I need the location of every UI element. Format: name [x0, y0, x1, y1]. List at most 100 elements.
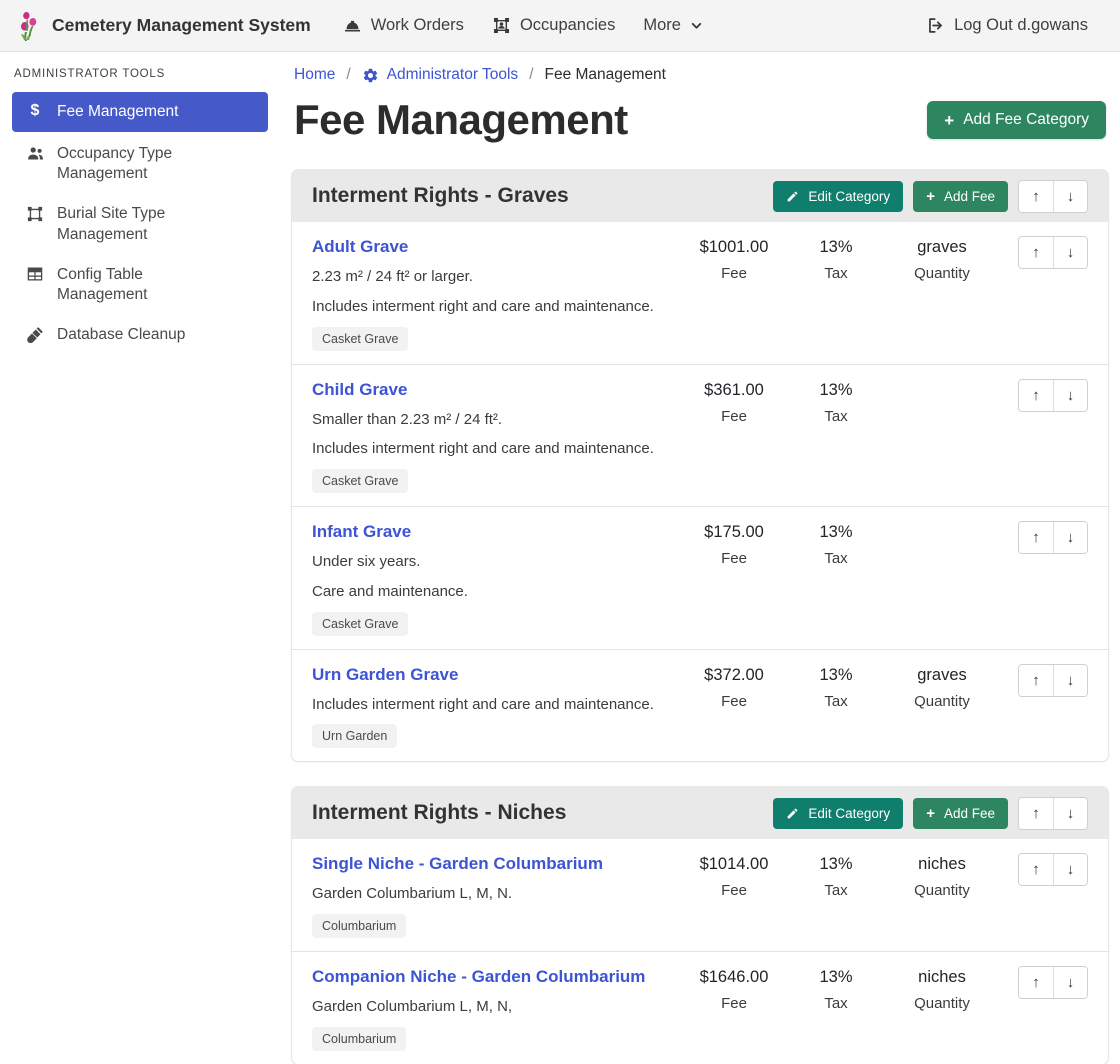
- chevron-down-icon: [690, 19, 703, 32]
- move-fee-down-button[interactable]: ↓: [1053, 854, 1087, 885]
- pencil-icon: [786, 190, 799, 203]
- fee-amount-label: Fee: [678, 265, 790, 282]
- fee-name-link[interactable]: Child Grave: [312, 380, 407, 400]
- fee-amount-label: Fee: [678, 408, 790, 425]
- edit-category-button[interactable]: Edit Category: [773, 798, 903, 829]
- fee-description: Under six years.: [312, 551, 670, 573]
- move-fee-down-button[interactable]: ↓: [1053, 522, 1087, 553]
- fee-descriptions: 2.23 m² / 24 ft² or larger.Includes inte…: [312, 266, 670, 318]
- fee-details: Urn Garden Grave Includes interment righ…: [312, 663, 678, 749]
- fee-row: Adult Grave 2.23 m² / 24 ft² or larger.I…: [292, 222, 1108, 364]
- move-fee-down-button[interactable]: ↓: [1053, 380, 1087, 411]
- fee-name-link[interactable]: Urn Garden Grave: [312, 665, 458, 685]
- fee-amount-label: Fee: [678, 882, 790, 899]
- add-fee-button[interactable]: + Add Fee: [913, 798, 1008, 829]
- quantity-column: [882, 520, 1002, 531]
- sidebar-item-database-cleanup[interactable]: Database Cleanup: [12, 317, 268, 353]
- nav-item-work-orders[interactable]: Work Orders: [329, 8, 478, 43]
- fee-descriptions: Includes interment right and care and ma…: [312, 694, 670, 716]
- add-fee-category-label: Add Fee Category: [963, 111, 1089, 129]
- vector-square-icon: [24, 204, 46, 223]
- move-category-down-button[interactable]: ↓: [1053, 181, 1087, 212]
- tax-label: Tax: [790, 995, 882, 1012]
- fee-reorder-controls: ↑ ↓: [1018, 966, 1088, 999]
- fee-details: Single Niche - Garden Columbarium Garden…: [312, 852, 678, 938]
- fee-category-card: Interment Rights - Graves Edit Category …: [292, 170, 1108, 761]
- tax-column: 13% Tax: [790, 852, 882, 899]
- category-actions: Edit Category + Add Fee ↑ ↓: [773, 180, 1088, 213]
- move-fee-up-button[interactable]: ↑: [1019, 237, 1053, 268]
- move-category-up-button[interactable]: ↑: [1019, 798, 1053, 829]
- category-title: Interment Rights - Niches: [312, 801, 773, 825]
- main-content: Home / Administrator Tools / Fee Managem…: [280, 52, 1120, 1064]
- arrow-down-icon: ↓: [1067, 672, 1075, 689]
- move-fee-down-button[interactable]: ↓: [1053, 967, 1087, 998]
- move-category-up-button[interactable]: ↑: [1019, 181, 1053, 212]
- sidebar-item-occupancy-type-management[interactable]: Occupancy Type Management: [12, 136, 268, 192]
- fee-name-link[interactable]: Single Niche - Garden Columbarium: [312, 854, 603, 874]
- sidebar-item-config-table-management[interactable]: Config Table Management: [12, 257, 268, 313]
- hard-hat-icon: [343, 16, 362, 35]
- tax-column: 13% Tax: [790, 965, 882, 1012]
- nav-item-occupancies[interactable]: Occupancies: [478, 8, 629, 43]
- move-fee-up-button[interactable]: ↑: [1019, 967, 1053, 998]
- fee-description: Care and maintenance.: [312, 581, 670, 603]
- move-category-down-button[interactable]: ↓: [1053, 798, 1087, 829]
- move-fee-down-button[interactable]: ↓: [1053, 237, 1087, 268]
- move-fee-up-button[interactable]: ↑: [1019, 380, 1053, 411]
- fee-description: 2.23 m² / 24 ft² or larger.: [312, 266, 670, 288]
- breadcrumb-label: Administrator Tools: [387, 66, 519, 84]
- plus-icon: +: [926, 806, 935, 821]
- move-fee-up-button[interactable]: ↑: [1019, 522, 1053, 553]
- quantity-label: Quantity: [882, 995, 1002, 1012]
- app-brand[interactable]: Cemetery Management System: [18, 10, 311, 42]
- move-fee-up-button[interactable]: ↑: [1019, 665, 1053, 696]
- tax-column: 13% Tax: [790, 663, 882, 710]
- fee-details: Child Grave Smaller than 2.23 m² / 24 ft…: [312, 378, 678, 494]
- add-fee-button[interactable]: + Add Fee: [913, 181, 1008, 212]
- quantity-column: niches Quantity: [882, 852, 1002, 899]
- fee-name-link[interactable]: Infant Grave: [312, 522, 411, 542]
- tax-label: Tax: [790, 265, 882, 282]
- tax-value: 13%: [790, 666, 882, 685]
- fee-description: Garden Columbarium L, M, N.: [312, 883, 670, 905]
- arrow-up-icon: ↑: [1032, 805, 1040, 822]
- arrow-up-icon: ↑: [1032, 672, 1040, 689]
- move-fee-down-button[interactable]: ↓: [1053, 665, 1087, 696]
- fee-name-link[interactable]: Companion Niche - Garden Columbarium: [312, 967, 645, 987]
- fee-amount-value: $361.00: [678, 381, 790, 400]
- sidebar-item-fee-management[interactable]: $ Fee Management: [12, 92, 268, 132]
- tax-column: 13% Tax: [790, 235, 882, 282]
- fee-row: Single Niche - Garden Columbarium Garden…: [292, 839, 1108, 951]
- admin-sidebar: ADMINISTRATOR TOOLS $ Fee Management Occ…: [0, 52, 280, 939]
- move-fee-up-button[interactable]: ↑: [1019, 854, 1053, 885]
- breadcrumb-separator: /: [529, 66, 533, 84]
- edit-category-button[interactable]: Edit Category: [773, 181, 903, 212]
- fee-name-link[interactable]: Adult Grave: [312, 237, 408, 257]
- quantity-label: Quantity: [882, 693, 1002, 710]
- category-actions: Edit Category + Add Fee ↑ ↓: [773, 797, 1088, 830]
- add-fee-category-button[interactable]: + Add Fee Category: [927, 101, 1106, 139]
- fee-reorder-controls: ↑ ↓: [1018, 664, 1088, 697]
- category-header: Interment Rights - Graves Edit Category …: [292, 170, 1108, 222]
- fee-descriptions: Garden Columbarium L, M, N.: [312, 883, 670, 905]
- logout-button[interactable]: Log Out d.gowans: [912, 8, 1102, 43]
- breadcrumb-admin-tools-link[interactable]: Administrator Tools: [362, 66, 519, 84]
- fee-type-badge: Urn Garden: [312, 724, 397, 748]
- fee-amount-column: $1646.00 Fee: [678, 965, 790, 1012]
- fee-amount-value: $175.00: [678, 523, 790, 542]
- category-reorder-controls: ↑ ↓: [1018, 180, 1088, 213]
- sidebar-item-label: Database Cleanup: [57, 325, 185, 345]
- navbar-menu: Work Orders Occupancies More: [329, 8, 717, 43]
- arrow-down-icon: ↓: [1067, 861, 1075, 878]
- fee-list: Adult Grave 2.23 m² / 24 ft² or larger.I…: [292, 222, 1108, 761]
- sidebar-item-burial-site-type-management[interactable]: Burial Site Type Management: [12, 196, 268, 252]
- fee-category-list: Interment Rights - Graves Edit Category …: [292, 170, 1108, 1064]
- nav-item-more[interactable]: More: [629, 8, 717, 43]
- fee-reorder-controls: ↑ ↓: [1018, 379, 1088, 412]
- add-fee-label: Add Fee: [944, 189, 995, 204]
- add-fee-label: Add Fee: [944, 806, 995, 821]
- dollar-icon: $: [24, 102, 46, 119]
- fee-amount-column: $361.00 Fee: [678, 378, 790, 425]
- breadcrumb-home-link[interactable]: Home: [294, 66, 335, 84]
